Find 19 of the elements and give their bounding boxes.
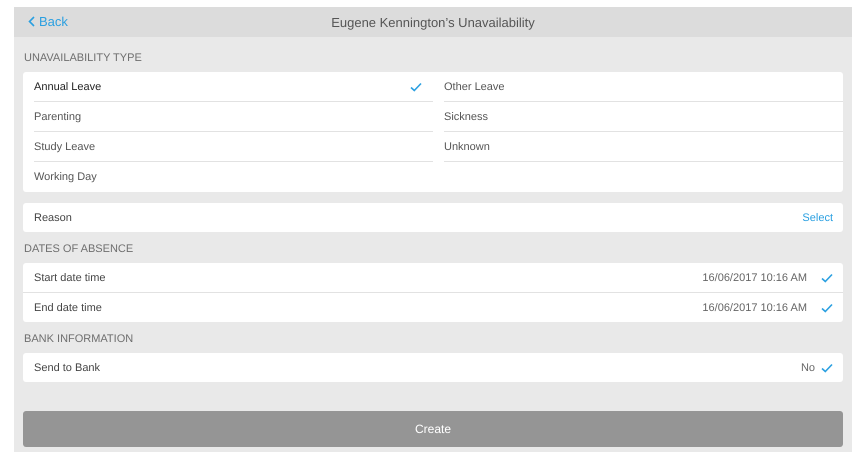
date-value: 16/06/2017 10:16 AM — [702, 272, 807, 284]
row-label: Send to Bank — [34, 362, 100, 374]
type-option[interactable]: Other Leave — [444, 72, 843, 102]
row-label: Reason — [34, 212, 72, 224]
type-option[interactable]: Working Day — [34, 162, 433, 191]
type-option[interactable]: Parenting — [34, 102, 433, 132]
row-label: End date time — [34, 302, 102, 314]
type-option[interactable]: Study Leave — [34, 132, 433, 162]
section-label: DATES OF ABSENCE — [24, 242, 134, 256]
type-option[interactable]: Annual Leave — [34, 72, 433, 102]
section-label: BANK INFORMATION — [24, 332, 134, 346]
type-option[interactable]: Sickness — [444, 102, 843, 132]
chevron-left-icon — [28, 16, 35, 27]
type-option[interactable]: Unknown — [444, 132, 843, 162]
row-value: No — [800, 362, 815, 374]
date-value: 16/06/2017 10:16 AM — [702, 302, 807, 314]
row-label: Start date time — [34, 272, 106, 284]
page-title: Eugene Kennington’s Unavailability — [331, 14, 535, 30]
section-label: UNAVAILABILITY TYPE — [24, 51, 143, 65]
